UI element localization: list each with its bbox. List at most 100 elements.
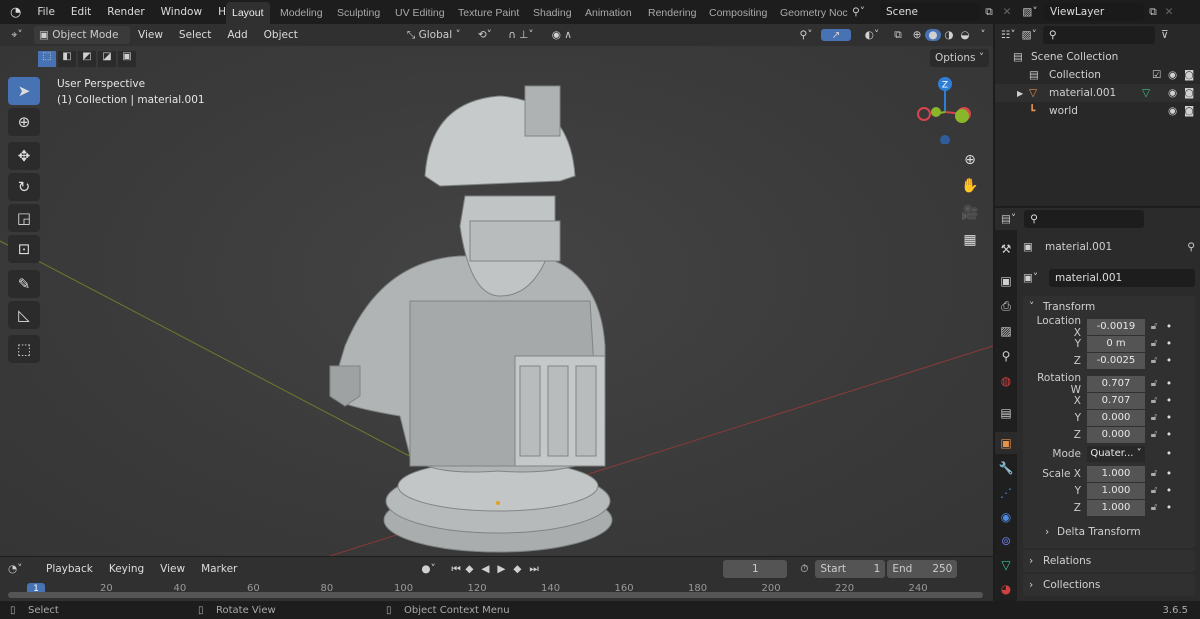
rotation-w-field[interactable]: 0.707: [1087, 375, 1145, 392]
lock-icon[interactable]: 🔓︎: [1145, 395, 1163, 406]
shading-options-icon[interactable]: ˅: [973, 29, 993, 41]
close-view-layer-icon[interactable]: ✕: [1162, 6, 1176, 18]
select-subtract-icon[interactable]: ◩: [78, 51, 96, 67]
keyframe-dot-icon[interactable]: •: [1163, 448, 1175, 460]
proportional-edit-icon[interactable]: ◉ ∧: [544, 29, 580, 41]
scene-icon[interactable]: ⚲˅: [852, 6, 880, 18]
tab-geometry-nodes[interactable]: Geometry Noc: [780, 2, 848, 24]
rotate-tool[interactable]: ↻: [8, 173, 40, 201]
tab-rendering[interactable]: Rendering: [648, 2, 696, 24]
menu-object[interactable]: Object: [256, 23, 306, 47]
keyframe-dot-icon[interactable]: •: [1163, 468, 1175, 480]
collections-panel[interactable]: › Collections: [1023, 574, 1195, 596]
camera-icon[interactable]: 🎥: [958, 201, 982, 225]
rotation-x-field[interactable]: 0.707: [1087, 392, 1145, 409]
select-new-icon[interactable]: ⬚: [38, 51, 56, 67]
add-cube-tool[interactable]: ⬚: [8, 335, 40, 363]
exclude-checkbox[interactable]: ☑: [1152, 69, 1168, 81]
keyframe-dot-icon[interactable]: •: [1163, 429, 1175, 441]
keyframe-dot-icon[interactable]: •: [1163, 485, 1175, 497]
object-name-field[interactable]: material.001: [1049, 269, 1195, 287]
collection-tab-icon[interactable]: ▤: [995, 402, 1017, 424]
menu-file[interactable]: File: [29, 0, 63, 24]
select-box-tool[interactable]: ➤: [8, 77, 40, 105]
tab-texture-paint[interactable]: Texture Paint: [458, 2, 519, 24]
menu-select[interactable]: Select: [171, 23, 219, 47]
physics-tab-icon[interactable]: ◉: [995, 506, 1017, 528]
constraints-tab-icon[interactable]: ⊚: [995, 530, 1017, 552]
tab-layout[interactable]: Layout: [226, 2, 270, 24]
lock-icon[interactable]: 🔓︎: [1145, 412, 1163, 423]
properties-search[interactable]: ⚲: [1024, 210, 1145, 228]
copy-scene-icon[interactable]: ⧉: [980, 6, 998, 19]
measure-tool[interactable]: ◺: [8, 301, 40, 329]
select-intersect-icon[interactable]: ▣: [118, 51, 136, 67]
outliner-row-scene-collection[interactable]: ▤ Scene Collection: [995, 48, 1200, 66]
keyframe-dot-icon[interactable]: •: [1163, 355, 1175, 367]
relations-panel[interactable]: › Relations: [1023, 550, 1195, 572]
pivot-icon[interactable]: ⟲˅: [472, 29, 498, 41]
object-tab-icon[interactable]: ▣: [995, 432, 1017, 454]
zoom-icon[interactable]: ⊕: [958, 148, 982, 172]
cursor-tool[interactable]: ⊕: [8, 108, 40, 136]
blender-logo-icon[interactable]: ◔: [0, 5, 29, 20]
mode-dropdown[interactable]: ▣ Object Mode ˅: [34, 26, 130, 59]
lock-icon[interactable]: 🔓︎: [1145, 321, 1163, 332]
eye-icon[interactable]: ◉: [1168, 87, 1184, 99]
keyframe-dot-icon[interactable]: •: [1163, 378, 1175, 390]
view-layer-icon[interactable]: ▨˅: [1016, 6, 1044, 18]
shading-wireframe-icon[interactable]: ⊕: [909, 29, 925, 41]
tool-tab-icon[interactable]: ⚒: [995, 238, 1017, 260]
timeline-scrollbar[interactable]: [8, 592, 983, 598]
keyframe-dot-icon[interactable]: •: [1163, 502, 1175, 514]
tab-uv-editing[interactable]: UV Editing: [395, 2, 445, 24]
keyframe-dot-icon[interactable]: •: [1163, 338, 1175, 350]
editor-type-icon[interactable]: ⌖˅: [0, 29, 34, 42]
keyframe-dot-icon[interactable]: •: [1163, 321, 1175, 333]
menu-render[interactable]: Render: [99, 0, 152, 24]
object-type-icon[interactable]: ▣˅: [1023, 272, 1049, 284]
tab-compositing[interactable]: Compositing: [709, 2, 767, 24]
shading-rendered-icon[interactable]: ◒: [957, 29, 973, 41]
lock-icon[interactable]: 🔓︎: [1145, 429, 1163, 440]
lock-icon[interactable]: 🔓︎: [1145, 378, 1163, 389]
select-invert-icon[interactable]: ◪: [98, 51, 116, 67]
world-tab-icon[interactable]: ◍: [995, 370, 1017, 392]
expand-arrow-icon[interactable]: ▶: [1017, 89, 1029, 98]
editor-type-icon[interactable]: ▤˅: [1001, 213, 1016, 225]
navigation-gizmo[interactable]: Z: [912, 74, 978, 144]
eye-icon[interactable]: ◉: [1168, 105, 1184, 117]
data-tab-icon[interactable]: ▽: [995, 554, 1017, 576]
rotation-y-field[interactable]: 0.000: [1087, 409, 1145, 426]
options-dropdown[interactable]: Options ˅: [930, 49, 990, 67]
output-tab-icon[interactable]: ⎙: [995, 295, 1017, 317]
render-camera-icon[interactable]: ◙: [1184, 105, 1200, 117]
close-scene-icon[interactable]: ✕: [998, 6, 1016, 18]
gizmo-toggle-icon[interactable]: ↗: [821, 29, 851, 41]
lock-icon[interactable]: 🔓︎: [1145, 355, 1163, 366]
snap-icon[interactable]: ∩ ⊥˅: [498, 29, 544, 41]
move-tool[interactable]: ✥: [8, 142, 40, 170]
pan-hand-icon[interactable]: ✋: [958, 174, 982, 198]
lock-icon[interactable]: 🔓︎: [1145, 502, 1163, 513]
outliner-search[interactable]: ⚲: [1042, 26, 1155, 44]
menu-add[interactable]: Add: [219, 23, 255, 47]
delta-transform-header[interactable]: › Delta Transform: [1023, 522, 1195, 542]
filter-view-icon[interactable]: ▨˅: [1022, 29, 1037, 41]
location-x-field[interactable]: -0.0019: [1087, 318, 1145, 335]
tab-animation[interactable]: Animation: [585, 2, 632, 24]
shading-material-icon[interactable]: ◑: [941, 29, 957, 41]
view-layer-field[interactable]: ViewLayer: [1044, 3, 1144, 21]
orientation-dropdown[interactable]: ⤡ Global ˅: [402, 26, 472, 44]
select-extend-icon[interactable]: ◧: [58, 51, 76, 67]
scale-z-field[interactable]: 1.000: [1087, 499, 1145, 516]
scale-y-field[interactable]: 1.000: [1087, 482, 1145, 499]
perspective-grid-icon[interactable]: ▦: [958, 228, 982, 252]
keyframe-dot-icon[interactable]: •: [1163, 412, 1175, 424]
annotate-tool[interactable]: ✎: [8, 270, 40, 298]
outliner-row-material[interactable]: ▶ ▽ material.001 ▽ ◉ ◙: [995, 84, 1200, 102]
xray-icon[interactable]: ⧉: [887, 29, 909, 42]
scene-tab-icon[interactable]: ⚲: [995, 345, 1017, 367]
particles-tab-icon[interactable]: ⋰: [995, 482, 1017, 504]
pin-icon[interactable]: ⚲: [1187, 241, 1195, 253]
